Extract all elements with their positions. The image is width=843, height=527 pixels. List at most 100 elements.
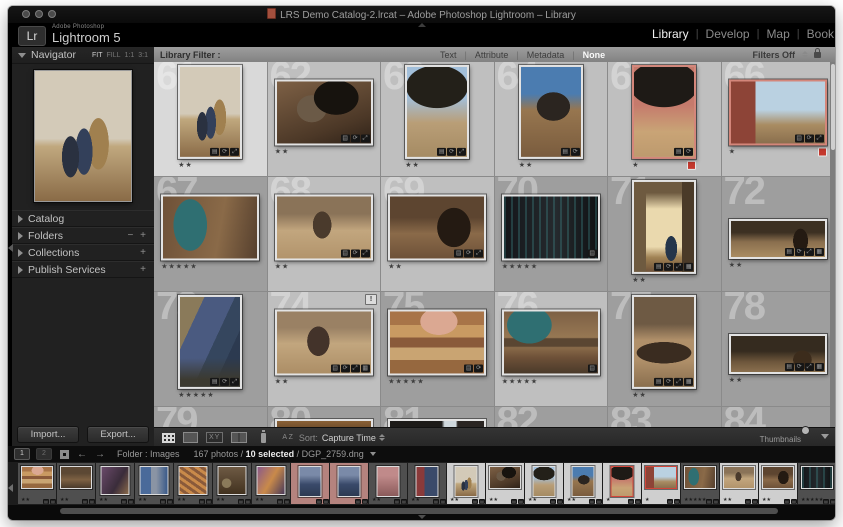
- grid-cell-75[interactable]: 75▤⟳★★★★★: [381, 292, 495, 407]
- badge-icon[interactable]: ▦: [815, 248, 824, 256]
- grid-cell-66[interactable]: 66▤⟳⤢★: [722, 62, 836, 177]
- filmstrip-cell-1[interactable]: ▤▤★★: [18, 463, 56, 504]
- filmstrip-cell-16[interactable]: ▤▤★: [603, 463, 641, 504]
- badge-icon[interactable]: ⤢: [230, 148, 239, 156]
- badge-icon[interactable]: ⤢: [351, 364, 360, 372]
- module-tab-library[interactable]: Library: [645, 27, 696, 41]
- badge-icon[interactable]: ⤢: [457, 148, 466, 156]
- grid-cell-72[interactable]: 72▤⟳⤢▦★★: [722, 177, 836, 292]
- filmstrip-source-dropdown-icon[interactable]: [370, 452, 376, 456]
- photo-thumbnail-woman-leaning-over-loom[interactable]: ▤: [502, 309, 600, 375]
- module-tab-map[interactable]: Map: [759, 27, 796, 41]
- badge-icon[interactable]: ▤: [588, 249, 597, 257]
- filmstrip-cell-18[interactable]: ▤▤★★★★★: [681, 463, 719, 504]
- badge-icon[interactable]: ⟳: [351, 249, 360, 257]
- back-arrow-icon[interactable]: ←: [77, 449, 87, 460]
- grid-cell-82[interactable]: 82: [495, 407, 609, 427]
- star-rating[interactable]: ★★: [275, 262, 373, 270]
- filter-preset-dropdown-icon[interactable]: [802, 51, 808, 58]
- loupe-view-icon[interactable]: [183, 432, 198, 443]
- grid-cell-63[interactable]: 63▤⟳⤢★★: [381, 62, 495, 177]
- filmstrip-thumbnail[interactable]: [489, 466, 521, 489]
- grid-cell-79[interactable]: 79: [154, 407, 268, 427]
- sidebar-section-catalog[interactable]: Catalog: [12, 210, 154, 227]
- filmstrip-cell-10[interactable]: ▤▤★★: [369, 463, 407, 504]
- star-rating[interactable]: ★★: [632, 276, 696, 284]
- photo-thumbnail-cowboy-portrait-red-wall[interactable]: ▤⟳: [632, 65, 696, 159]
- badge-icon[interactable]: ⟳: [664, 263, 673, 271]
- filmstrip-cell-13[interactable]: ▤▤★★: [486, 463, 524, 504]
- badge-icon[interactable]: ⟳: [447, 148, 456, 156]
- filmstrip-cell-21[interactable]: ▤▤★★★★★: [798, 463, 835, 504]
- photo-thumbnail-arena-panorama-rider[interactable]: ▤⟳⤢▦: [729, 219, 827, 259]
- badge-icon[interactable]: ▦: [684, 378, 693, 386]
- filmstrip-left-scroll-icon[interactable]: [8, 484, 13, 492]
- compare-view-icon[interactable]: XY: [206, 432, 223, 443]
- title-bar[interactable]: LRS Demo Catalog-2.lrcat – Adobe Photosh…: [8, 6, 835, 23]
- filmstrip-thumbnail[interactable]: [257, 466, 286, 495]
- star-rating[interactable]: ★: [729, 147, 818, 155]
- badge-icon[interactable]: ▦: [361, 364, 370, 372]
- red-label-chip[interactable]: [687, 160, 696, 169]
- badge-icon[interactable]: ▤: [437, 148, 446, 156]
- metadata-warning-icon[interactable]: !: [365, 294, 377, 305]
- star-rating[interactable]: ★★: [729, 376, 827, 384]
- filmstrip-cell-9[interactable]: ▤▤: [330, 463, 368, 504]
- badge-icon[interactable]: ⤢: [815, 134, 824, 142]
- filmstrip-thumbnail[interactable]: [684, 466, 716, 489]
- badge-icon[interactable]: ▤: [654, 263, 663, 271]
- module-tab-book[interactable]: Book: [800, 27, 835, 41]
- badge-icon[interactable]: ▤: [654, 378, 663, 386]
- filmstrip-thumbnail[interactable]: [338, 466, 361, 497]
- grid-view-icon[interactable]: [162, 433, 175, 443]
- photo-thumbnail-cowboy-portrait-blue-sky[interactable]: ▤⟳⤢: [405, 65, 469, 159]
- photo-thumbnail-weaver-at-loom[interactable]: [161, 194, 259, 260]
- star-rating[interactable]: ★★: [632, 391, 696, 399]
- photo-thumbnail-riders-in-desert[interactable]: ▤⟳: [519, 65, 583, 159]
- badge-icon[interactable]: ⟳: [341, 364, 350, 372]
- badge-icon[interactable]: ▤: [785, 248, 794, 256]
- grid-cell-69[interactable]: 69▤⟳⤢★★: [381, 177, 495, 292]
- filmstrip-thumbnail[interactable]: [377, 466, 400, 497]
- photo-thumbnail-boys-on-horse[interactable]: ▤⟳⤢: [275, 79, 373, 145]
- filters-off-label[interactable]: Filters Off: [752, 50, 795, 60]
- badge-icon[interactable]: ⟳: [351, 134, 360, 142]
- photo-thumbnail-riders-in-arena[interactable]: ▤⟳⤢: [275, 194, 373, 260]
- sidebar-section-collections[interactable]: Collections+: [12, 244, 154, 261]
- filmstrip-cell-12[interactable]: ▤▤★★: [447, 463, 485, 504]
- badge-icon[interactable]: ▤: [785, 363, 794, 371]
- photo-thumbnail-three-cowboys-walking-in-barn[interactable]: ▤⟳⤢: [178, 65, 242, 159]
- star-rating[interactable]: ★★: [729, 261, 827, 269]
- filmstrip-thumbnail[interactable]: [218, 466, 247, 495]
- go-to-grid-icon[interactable]: [60, 450, 69, 459]
- photo-thumbnail-ranch-gate-red-barn[interactable]: ▤⟳⤢: [729, 79, 827, 145]
- filmstrip-cell-8[interactable]: ▤▤: [291, 463, 329, 504]
- badge-icon[interactable]: ⟳: [805, 134, 814, 142]
- filmstrip-cell-20[interactable]: ▤▤★★: [759, 463, 797, 504]
- filmstrip-thumbnail[interactable]: [801, 466, 833, 489]
- grid-cell-76[interactable]: 76▤★★★★★: [495, 292, 609, 407]
- filmstrip-cell-19[interactable]: ▤▤★★: [720, 463, 758, 504]
- navigator-preview[interactable]: [34, 70, 132, 202]
- export-button[interactable]: Export...: [87, 426, 149, 443]
- navigator-header[interactable]: Navigator FITFILL1:13:1: [12, 47, 154, 64]
- badge-icon[interactable]: ⟳: [664, 378, 673, 386]
- module-tab-develop[interactable]: Develop: [699, 27, 757, 41]
- filmstrip-cell-3[interactable]: ▤▤★★: [96, 463, 134, 504]
- navigator-zoom-fill[interactable]: FILL: [107, 52, 121, 59]
- survey-view-icon[interactable]: [231, 432, 247, 443]
- filter-state[interactable]: Filters Off: [752, 50, 821, 60]
- badge-icon[interactable]: ⟳: [684, 148, 693, 156]
- badge-icon[interactable]: ⟳: [474, 364, 483, 372]
- filter-tab-none[interactable]: None: [575, 50, 614, 60]
- grid-scrollbar-thumb[interactable]: [831, 64, 835, 150]
- filmstrip-cell-17[interactable]: ▤▤★: [642, 463, 680, 504]
- filmstrip-cell-6[interactable]: ▤▤★★: [213, 463, 251, 504]
- painter-spray-can-icon[interactable]: [261, 433, 266, 443]
- badge-icon[interactable]: ⤢: [674, 378, 683, 386]
- filmstrip-thumbnail[interactable]: [60, 466, 92, 489]
- photo-thumbnail-group-of-riders[interactable]: ▤⟳⤢▦: [632, 295, 696, 389]
- filter-tab-attribute[interactable]: Attribute: [467, 50, 517, 60]
- filmstrip-thumbnail[interactable]: [572, 466, 595, 497]
- grid-cell-84[interactable]: 84: [722, 407, 836, 427]
